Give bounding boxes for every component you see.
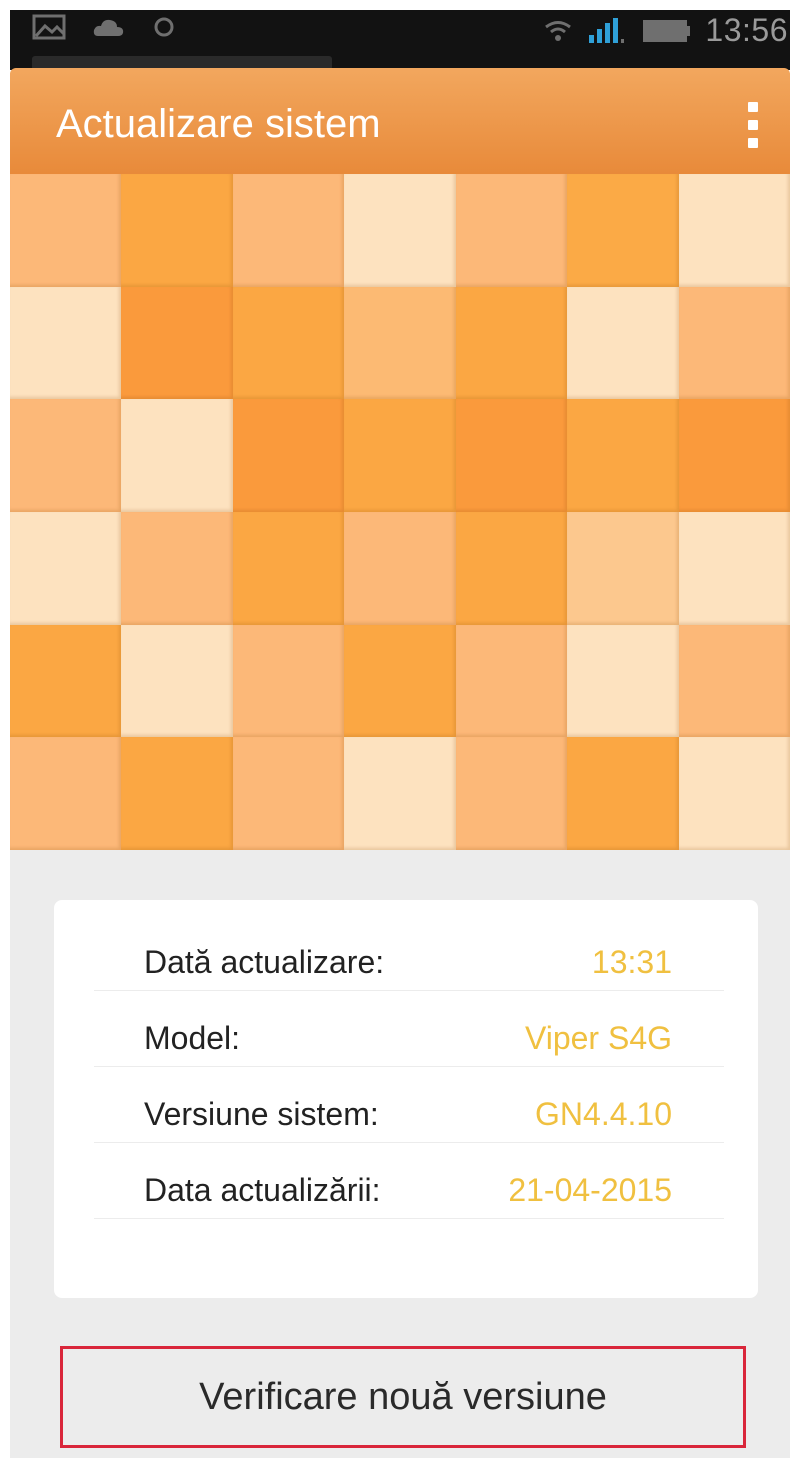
- banner-tile: [10, 511, 122, 625]
- info-row-update-date-2: Data actualizării: 21-04-2015: [94, 1142, 724, 1219]
- banner-tile: [344, 737, 456, 850]
- battery-icon: [643, 19, 691, 42]
- banner-tile: [344, 399, 456, 512]
- info-row-update-date: Dată actualizare: 13:31: [94, 914, 724, 991]
- banner-tile: [567, 174, 679, 287]
- banner-tile: [678, 286, 790, 400]
- banner-tile: [567, 511, 679, 625]
- info-label: Dată actualizare:: [144, 944, 385, 980]
- info-label: Versiune sistem:: [144, 1096, 379, 1132]
- banner-tile: [344, 511, 456, 625]
- cloud-icon: [93, 19, 124, 36]
- banner-tile: [455, 624, 568, 738]
- banner-tile: [10, 737, 122, 850]
- banner-tile: [678, 511, 790, 625]
- banner-tile: [344, 624, 456, 738]
- info-label: Model:: [144, 1020, 241, 1056]
- overflow-menu-icon[interactable]: [742, 102, 764, 148]
- banner-tile: [232, 174, 345, 287]
- banner-tile: [121, 174, 233, 287]
- banner-tile: [232, 399, 345, 512]
- banner-tile: [344, 174, 456, 287]
- page-title: Actualizare sistem: [56, 102, 381, 146]
- banner-tile: [232, 624, 345, 738]
- system-info-card: Dată actualizare: 13:31 Model: Viper S4G…: [54, 900, 758, 1298]
- info-value: Viper S4G: [524, 1020, 672, 1056]
- banner-tile: [678, 174, 790, 287]
- banner-tile: [455, 174, 568, 287]
- banner-tile: [455, 399, 568, 512]
- banner-tile: [678, 624, 790, 738]
- signal-icon: [589, 17, 625, 43]
- banner-tile: [455, 286, 568, 400]
- info-row-model: Model: Viper S4G: [94, 990, 724, 1067]
- banner-tile: [121, 737, 233, 850]
- banner-tile: [10, 174, 122, 287]
- banner-tile: [121, 286, 233, 400]
- banner-tile: [678, 399, 790, 512]
- sync-icon: [154, 17, 174, 37]
- status-bar: 13:56: [10, 10, 790, 70]
- tile-banner: [10, 174, 790, 850]
- banner-tile: [121, 624, 233, 738]
- banner-tile: [344, 286, 456, 400]
- banner-tile: [455, 511, 568, 625]
- banner-tile: [567, 737, 679, 850]
- banner-tile: [10, 399, 122, 512]
- info-row-system-version: Versiune sistem: GN4.4.10: [94, 1066, 724, 1143]
- banner-tile: [121, 399, 233, 512]
- banner-tile: [10, 624, 122, 738]
- banner-tile: [232, 737, 345, 850]
- info-value: GN4.4.10: [535, 1096, 672, 1132]
- info-value: 21-04-2015: [508, 1172, 672, 1208]
- app-bar: Actualizare sistem: [10, 68, 790, 174]
- banner-tile: [567, 286, 679, 400]
- banner-tile: [567, 399, 679, 512]
- banner-tile: [678, 737, 790, 850]
- check-new-version-button[interactable]: Verificare nouă versiune: [60, 1346, 746, 1448]
- image-icon: [32, 14, 66, 40]
- banner-tile: [232, 286, 345, 400]
- banner-tile: [121, 511, 233, 625]
- info-value: 13:31: [591, 944, 672, 980]
- banner-tile: [232, 511, 345, 625]
- content-area: Dată actualizare: 13:31 Model: Viper S4G…: [10, 850, 790, 1458]
- banner-tile: [10, 286, 122, 400]
- clock: 13:56: [705, 12, 788, 48]
- phone-screen: 13:56 Actualizare sistem Dată actualizar…: [0, 0, 790, 1458]
- info-label: Data actualizării:: [144, 1172, 381, 1208]
- wifi-icon: [545, 20, 572, 41]
- banner-tile: [567, 624, 679, 738]
- banner-tile: [455, 737, 568, 850]
